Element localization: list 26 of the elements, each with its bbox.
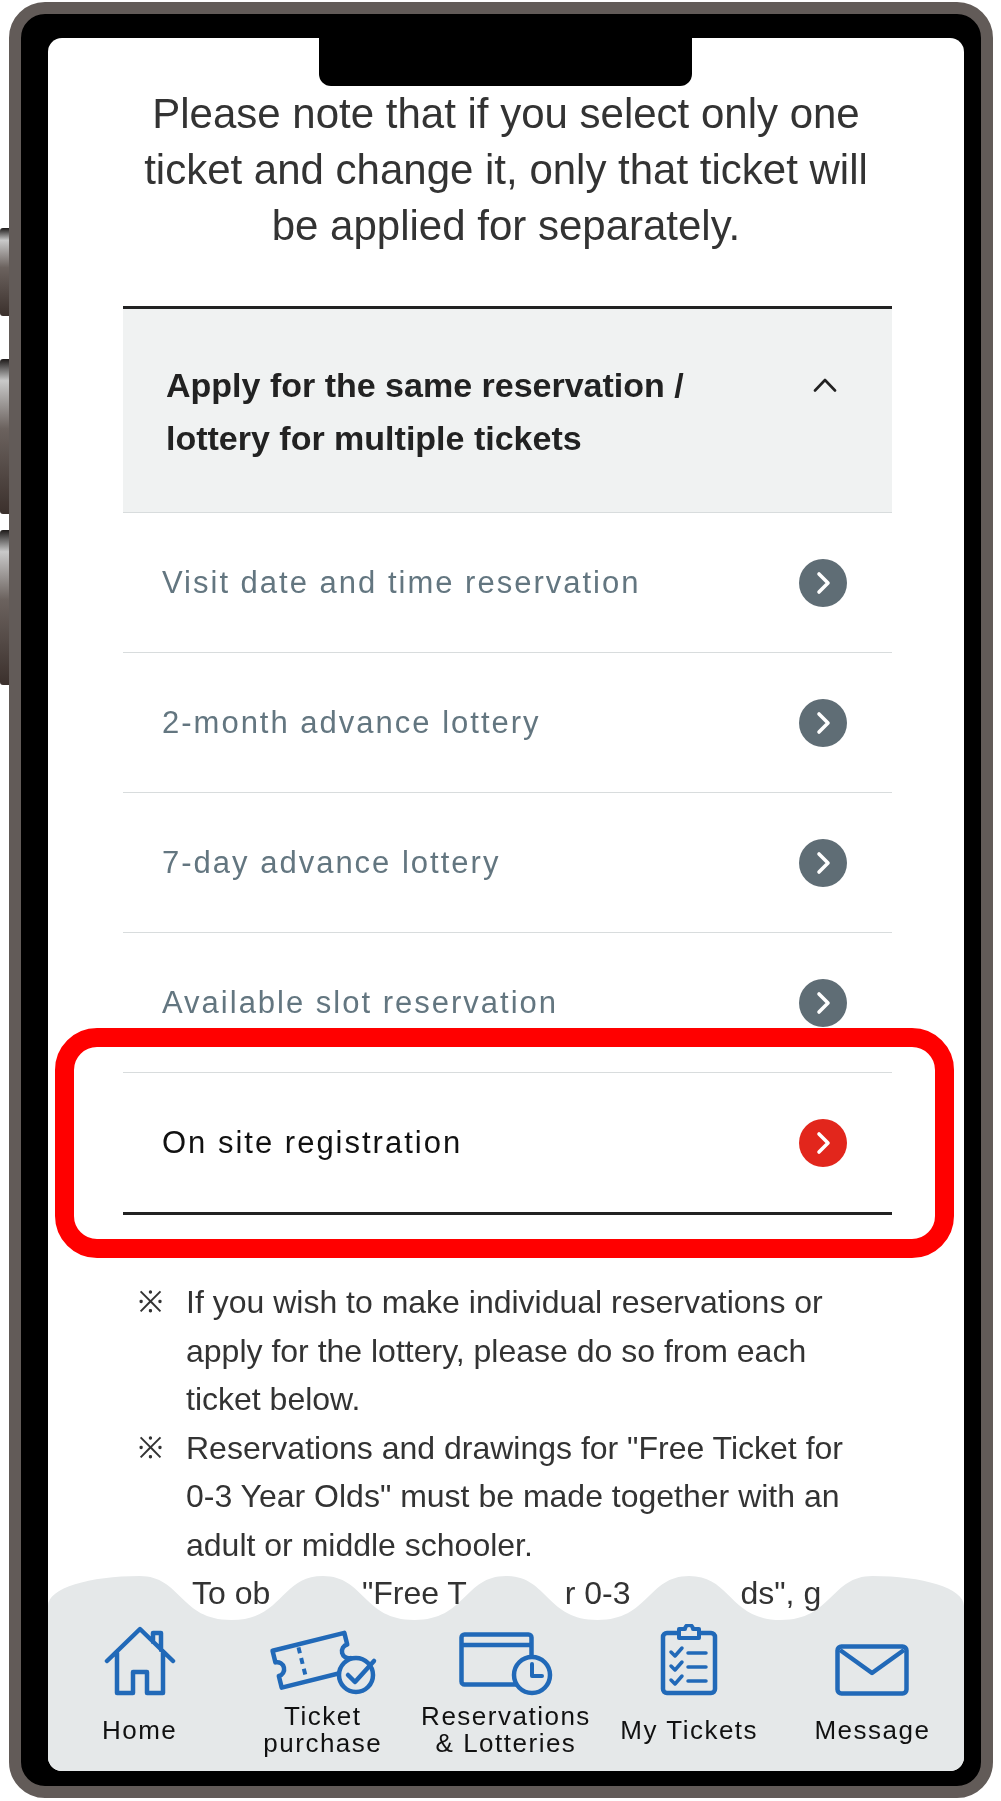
note-mark: ※ [138,1429,164,1466]
envelope-icon [835,1644,910,1696]
text-fragment: ds", g [740,1574,822,1613]
arrow-circle-icon [799,1118,847,1167]
nav-item[interactable]: My Tickets [597,1620,781,1758]
nav-item[interactable]: Message [780,1620,964,1758]
calendar-clock-icon [459,1632,553,1696]
text-fragment: To ob [192,1574,271,1613]
clipboard-checklist-icon [660,1624,719,1696]
house-icon [103,1626,176,1696]
note-text: Reservations and drawings for "Free Ticket for 0-3 Year Olds" must be made together with an adult or middle schooler. [186,1428,844,1565]
chevron-up-icon [813,378,837,392]
nav-item[interactable]: Ticket purchase [231,1620,415,1758]
note-text: If you wish to make individual reservations or apply for the lottery, please do so from each ticket below. [186,1283,824,1419]
note-mark: ※ [138,1284,164,1320]
nav-item[interactable]: Home [48,1620,232,1758]
accordion-header[interactable]: Apply for the same reservation / lottery for multiple tickets [123,309,892,512]
ticket-check-icon [267,1628,378,1696]
text-fragment: r 0-3 [564,1574,631,1613]
arrow-circle-icon [799,978,847,1027]
arrow-circle-icon [799,698,847,747]
notice-text: Please note that if you select only one ticket and change it, only that ticket will be applied for separately. [143,89,869,251]
text-fragment: "Free T [361,1574,467,1613]
arrow-circle-icon [799,558,847,607]
nav-item[interactable]: Reservations & Lotteries [414,1620,598,1758]
arrow-circle-icon [799,838,847,887]
